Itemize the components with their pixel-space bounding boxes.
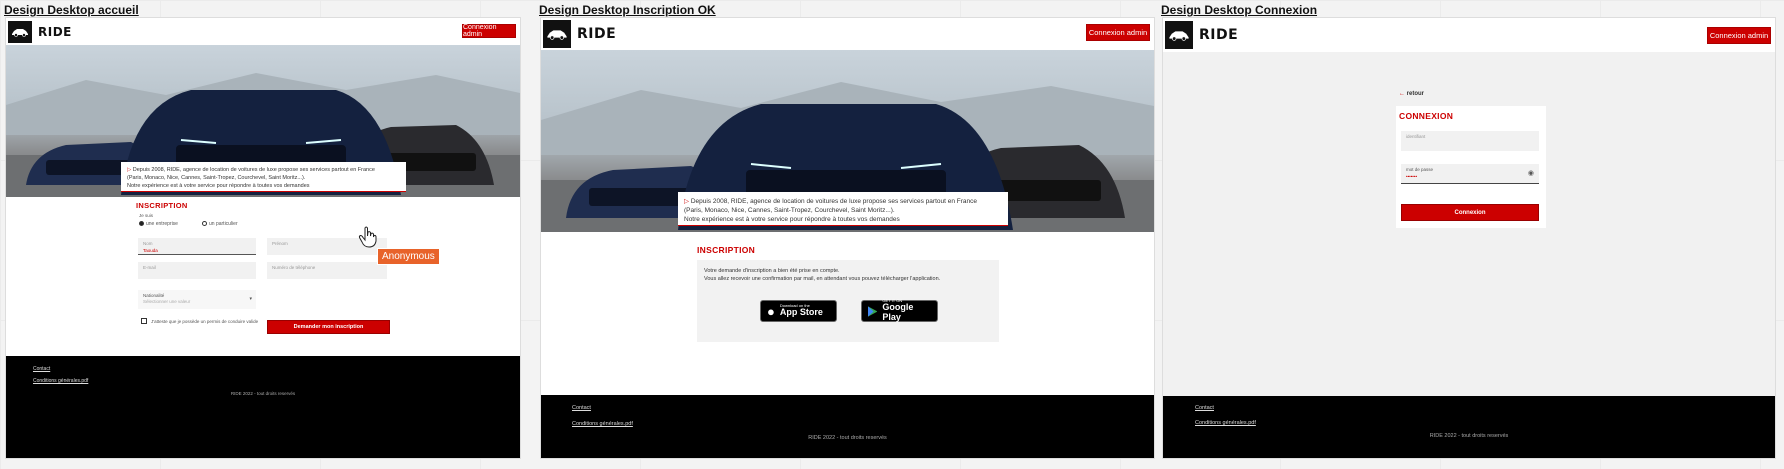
login-submit-button[interactable]: Connexion xyxy=(1401,204,1539,221)
radio-company-control[interactable] xyxy=(139,221,144,227)
name-field[interactable]: Nom Taouda xyxy=(138,238,256,255)
login-frame: RIDE Connexion admin ← retour CONNEXION … xyxy=(1163,18,1775,458)
frame-title-login: Design Desktop Connexion xyxy=(1161,3,1318,17)
intro-line-2: (Paris, Monaco, Nice, Cannes, Saint-Trop… xyxy=(684,207,895,215)
license-checkbox[interactable] xyxy=(141,318,147,324)
signup-ok-frame: RIDE Connexion admin ▷ Depuis 2008, RIDE… xyxy=(541,18,1154,458)
radio-private-control[interactable] xyxy=(202,221,207,227)
radio-company-label: une entreprise xyxy=(146,221,178,227)
intro-card: ▷ Depuis 2008, RIDE, agence de location … xyxy=(678,192,1008,226)
radio-private[interactable]: un particulier xyxy=(202,221,238,227)
eye-icon[interactable]: ◉ xyxy=(1528,169,1534,177)
phone-field[interactable]: Numéro de téléphone xyxy=(267,262,387,279)
brand-name: RIDE xyxy=(577,26,617,42)
car-logo-icon xyxy=(1169,31,1189,41)
nationality-placeholder: Sélectionner une valeur xyxy=(143,299,191,304)
footer: Contact Conditions générales.pdf RIDE 20… xyxy=(6,356,520,458)
car-logo-icon xyxy=(547,30,567,40)
home-frame: RIDE Connexion admin ▷ Depuis 2008, RIDE… xyxy=(6,18,520,458)
identifier-placeholder: identifiant xyxy=(1406,134,1426,139)
header: RIDE Connexion admin xyxy=(6,18,520,45)
frame-title-home: Design Desktop accueil xyxy=(4,3,139,17)
frame-title-signup-ok: Design Desktop Inscription OK xyxy=(539,3,716,17)
car-logo-icon xyxy=(12,28,28,37)
footer-terms-link[interactable]: Conditions générales.pdf xyxy=(572,421,633,427)
admin-login-button[interactable]: Connexion admin xyxy=(1086,24,1150,41)
intro-card: ▷ Depuis 2008, RIDE, agence de location … xyxy=(121,162,406,192)
signup-title: INSCRIPTION xyxy=(697,245,756,255)
license-checkbox-label: J'atteste que je possède un permis de co… xyxy=(151,318,259,324)
logo[interactable] xyxy=(1165,21,1193,49)
je-suis-label: Je suis xyxy=(139,213,154,218)
footer-terms-link[interactable]: Conditions générales.pdf xyxy=(33,378,88,384)
confirmation-line-2: Vous allez recevoir une confirmation par… xyxy=(704,276,941,283)
admin-login-button[interactable]: Connexion admin xyxy=(1707,27,1771,44)
email-label: E-mail xyxy=(143,265,156,270)
logo[interactable] xyxy=(8,20,32,43)
footer-copyright: RIDE 2022 - tout droits reservés xyxy=(1429,433,1509,439)
signup-title: INSCRIPTION xyxy=(136,201,188,210)
anonymous-cursor-tag: Anonymous xyxy=(377,248,440,265)
nationality-label: Nationalité xyxy=(143,293,165,298)
confirmation-card: Votre demande d'inscription a bien été p… xyxy=(697,260,999,342)
identifier-field[interactable]: identifiant xyxy=(1401,131,1539,151)
google-play-badge[interactable]: GET IT ON Google Play xyxy=(861,299,938,322)
hand-cursor-icon xyxy=(358,226,378,253)
login-title: CONNEXION xyxy=(1399,111,1454,121)
intro-line-2: (Paris, Monaco, Nice, Cannes, Saint-Trop… xyxy=(127,174,306,181)
radio-company[interactable]: une entreprise xyxy=(139,221,178,227)
footer-contact-link[interactable]: Contact xyxy=(33,366,50,372)
play-arrow-icon: ▷ xyxy=(684,198,691,205)
license-checkbox-row[interactable]: J'atteste que je possède un permis de co… xyxy=(141,318,258,324)
brand-name: RIDE xyxy=(1199,27,1239,43)
nationality-select[interactable]: Nationalité Sélectionner une valeur ▾ xyxy=(138,290,256,309)
phone-label: Numéro de téléphone xyxy=(272,265,316,270)
footer: Contact Conditions générales.pdf RIDE 20… xyxy=(541,395,1154,458)
app-store-main: App Store xyxy=(779,307,823,318)
header: RIDE Connexion admin xyxy=(1163,18,1775,52)
footer-copyright: RIDE 2022 - tout droits reservés xyxy=(808,435,887,441)
password-field[interactable]: mot de passe ••••••• ◉ xyxy=(1401,164,1539,184)
submit-signup-button[interactable]: Demander mon inscription xyxy=(267,320,390,334)
footer-terms-link[interactable]: Conditions générales.pdf xyxy=(1195,420,1256,426)
intro-line-3: Notre expérience est à votre service pou… xyxy=(684,216,900,224)
footer: Contact Conditions générales.pdf RIDE 20… xyxy=(1163,396,1775,458)
app-store-badge[interactable]: ● Download on the App Store xyxy=(760,300,837,322)
password-value: ••••••• xyxy=(1406,174,1418,179)
surname-label: Prénom xyxy=(272,241,288,246)
confirmation-line-1: Votre demande d'inscription a bien été p… xyxy=(704,268,840,274)
chevron-down-icon: ▾ xyxy=(249,296,252,302)
intro-line-3: Notre expérience est à votre service pou… xyxy=(127,182,310,189)
password-label: mot de passe xyxy=(1406,167,1434,172)
footer-contact-link[interactable]: Contact xyxy=(572,405,591,411)
intro-line-1: Depuis 2008, RIDE, agence de location de… xyxy=(132,167,375,173)
footer-contact-link[interactable]: Contact xyxy=(1195,405,1214,411)
header: RIDE Connexion admin xyxy=(541,18,1154,50)
intro-line-1: Depuis 2008, RIDE, agence de location de… xyxy=(690,198,977,205)
back-link[interactable]: ← retour xyxy=(1399,91,1424,97)
apple-icon: ● xyxy=(767,303,775,319)
radio-private-label: un particulier xyxy=(209,221,238,227)
name-value: Taouda xyxy=(143,248,158,253)
confirmation-message: Votre demande d'inscription a bien été p… xyxy=(704,267,940,284)
arrow-left-icon: ← xyxy=(1399,91,1407,97)
footer-copyright: RIDE 2022 - tout droits reservés xyxy=(230,391,296,396)
google-play-main: Google Play xyxy=(882,302,914,322)
email-field[interactable]: E-mail xyxy=(138,262,256,279)
back-label: retour xyxy=(1406,91,1425,97)
logo[interactable] xyxy=(543,20,571,48)
admin-login-button[interactable]: Connexion admin xyxy=(462,24,516,38)
name-label: Nom xyxy=(143,241,153,246)
google-play-icon xyxy=(868,305,878,317)
brand-name: RIDE xyxy=(38,24,72,39)
login-card: CONNEXION identifiant mot de passe •••••… xyxy=(1396,106,1546,228)
